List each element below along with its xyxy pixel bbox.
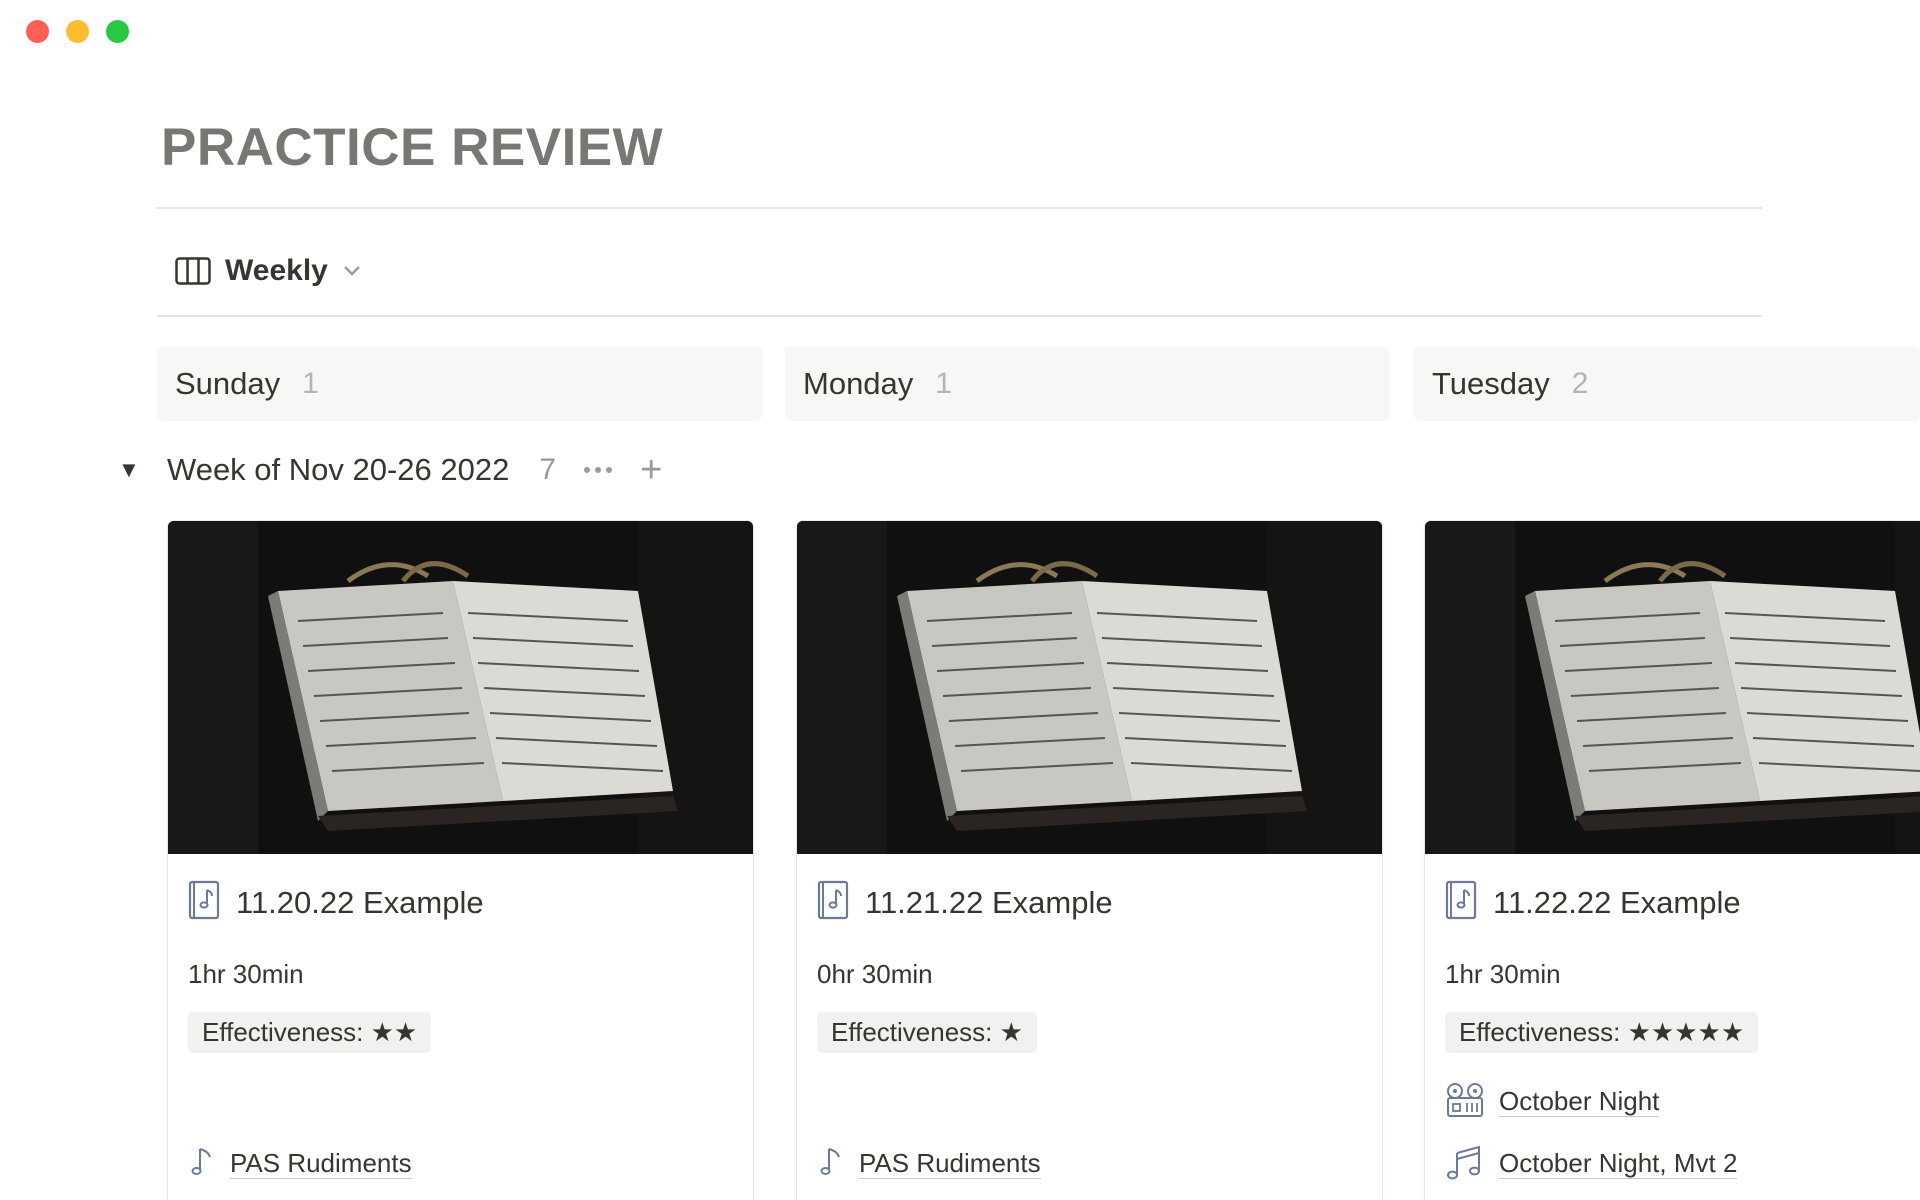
link-label[interactable]: PAS Rudiments — [859, 1148, 1041, 1180]
board-card[interactable]: 11.21.22 Example 0hr 30min Effectiveness… — [797, 521, 1382, 1200]
chevron-down-icon — [342, 264, 362, 278]
cover-image — [1425, 521, 1920, 854]
relation-link[interactable]: PAS Rudiments — [188, 1133, 733, 1195]
collapse-triangle-icon[interactable]: ▼ — [118, 457, 156, 483]
column-title: Sunday — [175, 365, 281, 401]
window-controls — [26, 20, 129, 43]
music-notes-icon — [1445, 1143, 1485, 1186]
relation-link[interactable]: PAS Rudiments — [817, 1133, 1362, 1195]
board-card[interactable]: 11.20.22 Example 1hr 30min Effectiveness… — [168, 521, 753, 1200]
column-count: 1 — [935, 366, 952, 400]
card-title[interactable]: 11.21.22 Example — [865, 885, 1113, 921]
add-icon[interactable]: + — [640, 451, 662, 489]
group-count: 7 — [539, 453, 557, 486]
column-count: 1 — [302, 366, 319, 400]
cover-image — [797, 521, 1382, 854]
duration-text: 1hr 30min — [188, 959, 304, 989]
board-icon — [175, 257, 211, 285]
page-title[interactable]: PRACTICE REVIEW — [161, 117, 663, 178]
relation-link[interactable]: October Night, Mvt 2 — [1445, 1133, 1920, 1195]
card-title[interactable]: 11.22.22 Example — [1493, 885, 1741, 921]
more-options-icon[interactable] — [584, 467, 613, 473]
group-title: Week of Nov 20-26 2022 — [167, 452, 510, 487]
music-note-icon — [188, 1145, 216, 1184]
link-label[interactable]: October Night — [1499, 1086, 1660, 1118]
card-title[interactable]: 11.20.22 Example — [236, 885, 484, 921]
zoom-window-button[interactable] — [106, 20, 129, 43]
duration-text: 0hr 30min — [817, 959, 933, 989]
duration-text: 1hr 30min — [1445, 959, 1561, 989]
view-label: Weekly — [225, 254, 328, 287]
column-header-sunday[interactable]: Sunday 1 — [157, 346, 762, 421]
close-window-button[interactable] — [26, 20, 49, 43]
view-selector[interactable]: Weekly — [175, 254, 362, 288]
divider — [157, 315, 1762, 317]
group-header: ▼ Week of Nov 20-26 2022 7 + — [118, 450, 662, 490]
column-title: Tuesday — [1432, 365, 1550, 401]
effectiveness-tag: Effectiveness: ★★★★★ — [1445, 1012, 1759, 1053]
relation-link[interactable]: October Night — [1445, 1071, 1920, 1133]
column-header-monday[interactable]: Monday 1 — [785, 346, 1390, 421]
column-count: 2 — [1571, 366, 1589, 400]
cover-image — [168, 521, 753, 854]
link-label[interactable]: October Night, Mvt 2 — [1499, 1148, 1738, 1180]
column-header-tuesday[interactable]: Tuesday 2 — [1414, 346, 1920, 421]
column-title: Monday — [803, 365, 914, 401]
music-book-icon — [817, 880, 851, 925]
music-note-icon — [817, 1145, 845, 1184]
link-label[interactable]: PAS Rudiments — [230, 1148, 412, 1180]
effectiveness-tag: Effectiveness: ★ — [817, 1012, 1037, 1053]
board-card[interactable]: 11.22.22 Example 1hr 30min Effectiveness… — [1425, 521, 1920, 1200]
music-book-icon — [1445, 880, 1479, 925]
minimize-window-button[interactable] — [66, 20, 89, 43]
music-book-icon — [188, 880, 222, 925]
effectiveness-tag: Effectiveness: ★★ — [188, 1012, 432, 1053]
tape-recorder-icon — [1445, 1082, 1485, 1123]
divider — [157, 207, 1762, 209]
